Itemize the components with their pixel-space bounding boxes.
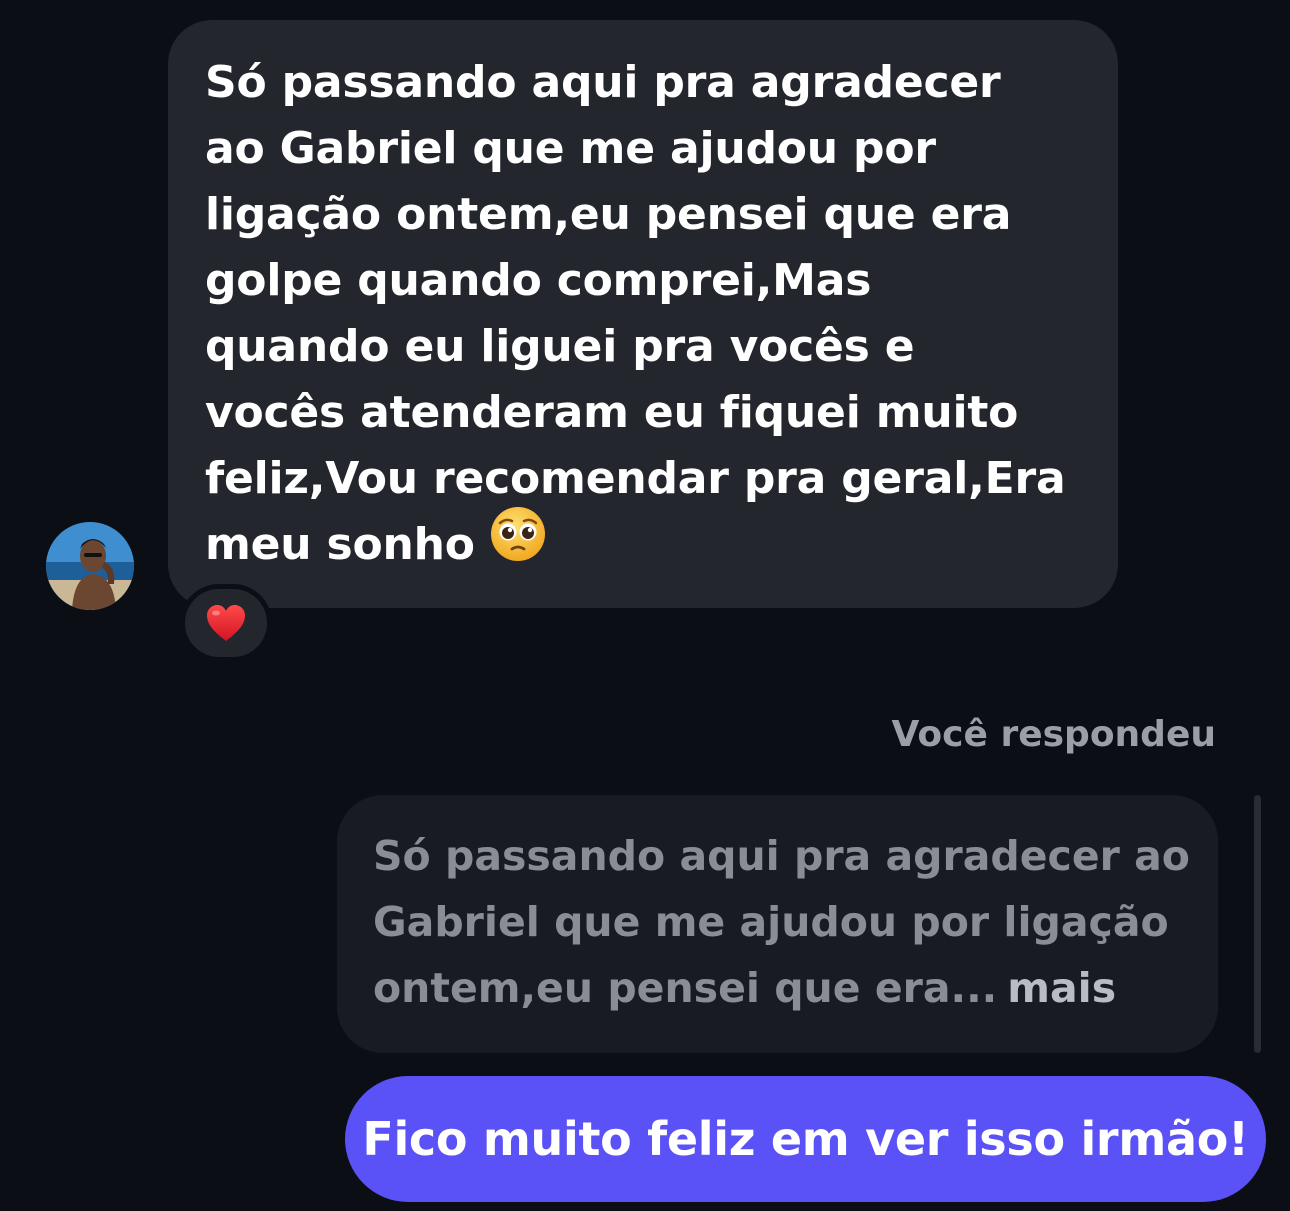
quoted-message-line-text: ontem,eu pensei que era... (373, 964, 998, 1012)
incoming-message-line: Só passando aqui pra agradecer (205, 57, 1001, 108)
red-heart-icon (207, 605, 245, 641)
reply-context-label: Você respondeu (891, 714, 1216, 755)
see-more-link[interactable]: mais (1007, 964, 1116, 1012)
reaction-badge[interactable] (180, 584, 272, 662)
quoted-message-line: Só passando aqui pra agradecer ao (373, 832, 1190, 880)
incoming-message-line: golpe quando comprei,Mas (205, 255, 872, 306)
incoming-message-last-line: meu sonho (205, 506, 1082, 582)
reply-quote-bar (1254, 795, 1261, 1053)
incoming-message-line: vocês atenderam eu fiquei muito (205, 387, 1019, 438)
quoted-message-last-line: ontem,eu pensei que era... mais (373, 955, 1188, 1021)
incoming-message-line: ligação ontem,eu pensei que era (205, 189, 1012, 240)
quoted-message-bubble[interactable]: Só passando aqui pra agradecer ao Gabrie… (337, 795, 1218, 1053)
incoming-message-line: feliz,Vou recomendar pra geral,Era (205, 453, 1066, 504)
incoming-message-bubble[interactable]: Só passando aqui pra agradecer ao Gabrie… (168, 20, 1118, 608)
outgoing-message-text: Fico muito feliz em ver isso irmão! (362, 1112, 1249, 1166)
quoted-message-line: Gabriel que me ajudou por ligação (373, 898, 1169, 946)
avatar-photo-icon (46, 522, 134, 610)
incoming-message-line: ao Gabriel que me ajudou por (205, 123, 936, 174)
sender-avatar[interactable] (46, 522, 134, 610)
outgoing-message-bubble[interactable]: Fico muito feliz em ver isso irmão! (345, 1076, 1266, 1202)
incoming-message-line: quando eu liguei pra vocês e (205, 321, 915, 372)
pleading-face-icon (489, 505, 547, 582)
incoming-message-line-text: meu sonho (205, 519, 475, 570)
